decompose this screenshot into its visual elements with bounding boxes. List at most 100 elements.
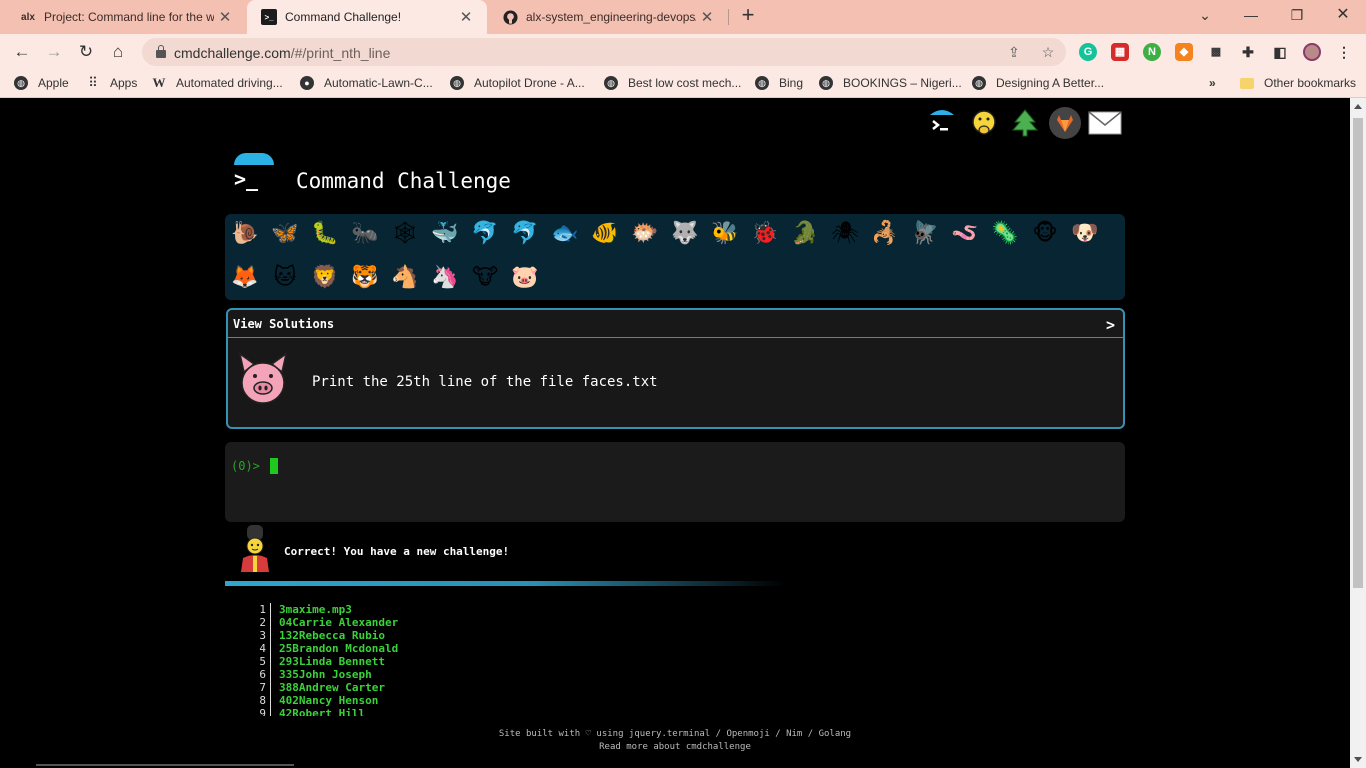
file-listing: 1 3maxime.mp3 2 04Carrie Alexander 3 132Rebec… (246, 603, 546, 716)
address-bar[interactable]: cmdchallenge.com/#/print_nth_line ⇪ ☆ (142, 38, 1066, 66)
tab-github[interactable]: alx-system_engineering-devops/ ✕ (488, 0, 728, 34)
apps-grid-icon: ⠿ (88, 75, 98, 90)
challenge-emoji-icon[interactable]: 🐛 (309, 218, 341, 250)
close-icon[interactable]: ✕ (455, 8, 477, 26)
scroll-down-icon[interactable] (1354, 757, 1362, 762)
challenge-emoji-icon[interactable]: 🐺 (669, 218, 701, 250)
challenge-emoji-icon[interactable]: 🐞 (749, 218, 781, 250)
close-icon[interactable]: ✕ (214, 8, 236, 26)
extension-red-icon[interactable]: ▦ (1111, 43, 1129, 61)
challenge-emoji-icon[interactable]: 🦁 (309, 262, 341, 294)
metamask-icon[interactable]: ◆ (1175, 43, 1193, 61)
page-title: Command Challenge (296, 169, 511, 193)
extensions-puzzle-icon[interactable]: ✚ (1239, 43, 1257, 61)
bookmark-designing[interactable]: ◍ Designing A Better... (972, 76, 1104, 90)
terminal-logo-icon[interactable] (925, 106, 959, 140)
view-solutions-label[interactable]: View Solutions (233, 317, 334, 331)
challenge-emoji-icon[interactable]: 🕸 (389, 218, 421, 250)
scrollbar-thumb[interactable] (1353, 118, 1363, 588)
home-button[interactable]: ⌂ (106, 40, 130, 64)
horizontal-scroll-indicator (36, 764, 294, 766)
globe-icon: ◍ (819, 76, 833, 90)
challenge-emoji-icon[interactable]: 🐬 (509, 218, 541, 250)
bookmark-star-icon[interactable]: ☆ (1038, 42, 1058, 62)
challenge-emoji-icon[interactable]: 🐱 (269, 262, 301, 294)
scrollbar[interactable] (1350, 98, 1366, 768)
back-button[interactable]: ← (10, 40, 34, 64)
challenge-emoji-icon[interactable]: 🦂 (869, 218, 901, 250)
profile-avatar[interactable] (1303, 43, 1321, 61)
menu-kebab-icon[interactable]: ⋮ (1335, 43, 1353, 61)
qr-code-icon[interactable]: ▩ (1207, 43, 1225, 61)
close-window-button[interactable]: ✕ (1320, 0, 1366, 30)
challenge-emoji-icon[interactable]: 🦄 (429, 262, 461, 294)
bookmark-automated-driving[interactable]: W Automated driving... (152, 76, 283, 91)
terminal-cursor[interactable] (270, 458, 278, 474)
new-tab-button[interactable]: + (736, 4, 760, 28)
bookmark-best-low-cost[interactable]: ◍ Best low cost mech... (604, 76, 741, 90)
bookmark-apple[interactable]: ◍ Apple (14, 76, 69, 90)
line-text: 04Carrie Alexander (279, 616, 399, 629)
bookmarks-overflow-button[interactable]: » (1209, 76, 1216, 90)
bookmark-automatic-lawn[interactable]: ● Automatic-Lawn-C... (300, 76, 433, 90)
scroll-up-icon[interactable] (1354, 104, 1362, 109)
challenge-emoji-icon[interactable]: 🐡 (629, 218, 661, 250)
challenge-emoji-icon[interactable]: 🐬 (469, 218, 501, 250)
challenge-emoji-icon[interactable]: 🐊 (789, 218, 821, 250)
footer-read-more-link[interactable]: Read more about cmdchallenge (0, 741, 1350, 754)
url-text[interactable]: cmdchallenge.com/#/print_nth_line (174, 45, 390, 61)
forward-button[interactable]: → (42, 40, 66, 64)
restore-button[interactable]: ❐ (1274, 0, 1320, 30)
line-text: 388Andrew Carter (279, 681, 385, 694)
challenge-emoji-icon[interactable]: 🪰 (909, 218, 941, 250)
tab-alx-project[interactable]: alx Project: Command line for the w ✕ (6, 0, 246, 34)
challenge-emoji-icon[interactable]: 🐵 (1029, 218, 1061, 250)
lock-icon[interactable] (156, 45, 166, 58)
challenge-emoji-icon[interactable]: 🐟 (549, 218, 581, 250)
bookmark-apps[interactable]: ⠿ Apps (86, 75, 137, 91)
tab-divider (728, 9, 729, 25)
chevron-right-icon[interactable]: > (1106, 316, 1115, 334)
challenge-emoji-icon[interactable]: 🐷 (509, 262, 541, 294)
tab-command-challenge[interactable]: >_ Command Challenge! ✕ (247, 0, 487, 34)
grammarly-icon[interactable]: G (1079, 43, 1097, 61)
challenge-emoji-icon[interactable]: 🦋 (269, 218, 301, 250)
github-icon: ● (300, 76, 314, 90)
challenge-emoji-icon[interactable]: 🐳 (429, 218, 461, 250)
reload-button[interactable]: ↻ (74, 40, 98, 64)
status-message: Correct! You have a new challenge! (284, 545, 510, 558)
challenge-emoji-icon[interactable]: 🐯 (349, 262, 381, 294)
share-icon[interactable]: ⇪ (1004, 42, 1024, 62)
challenge-emoji-icon[interactable]: 🕷 (829, 218, 861, 250)
globe-icon: ◍ (972, 76, 986, 90)
line-number: 4 (259, 642, 266, 655)
challenge-emoji-icon[interactable]: 🦠 (989, 218, 1021, 250)
bookmark-bookings[interactable]: ◍ BOOKINGS – Nigeri... (819, 76, 962, 90)
challenge-emoji-icon[interactable]: 🐠 (589, 218, 621, 250)
view-solutions-header[interactable]: View Solutions > (228, 310, 1123, 338)
tab-strip: alx Project: Command line for the w ✕ >_… (0, 0, 1366, 34)
thinking-face-icon[interactable] (967, 106, 1001, 140)
challenge-emoji-icon[interactable]: 🐜 (349, 218, 381, 250)
challenge-emoji-icon[interactable]: 🦊 (229, 262, 261, 294)
bookmark-bing[interactable]: ◍ Bing (755, 76, 803, 90)
challenge-emoji-icon[interactable]: 🐴 (389, 262, 421, 294)
tree-icon[interactable] (1008, 106, 1042, 140)
other-bookmarks[interactable]: Other bookmarks (1240, 76, 1356, 90)
gitlab-icon[interactable] (1048, 106, 1082, 140)
line-number: 1 (259, 603, 266, 616)
close-icon[interactable]: ✕ (696, 8, 718, 26)
line-number: 5 (259, 655, 266, 668)
envelope-icon[interactable] (1088, 106, 1122, 140)
challenge-emoji-icon[interactable]: 🐌 (229, 218, 261, 250)
challenge-emoji-icon[interactable]: 🐶 (1069, 218, 1101, 250)
terminal[interactable]: (0)> (225, 442, 1125, 522)
challenge-emoji-icon[interactable]: 🪱 (949, 218, 981, 250)
extension-green-icon[interactable]: N (1143, 43, 1161, 61)
challenge-emoji-icon[interactable]: 🐮 (469, 262, 501, 294)
minimize-button[interactable]: — (1228, 0, 1274, 30)
side-panel-icon[interactable]: ◧ (1271, 43, 1289, 61)
tab-search-icon[interactable]: ⌄ (1182, 0, 1228, 30)
challenge-emoji-icon[interactable]: 🐝 (709, 218, 741, 250)
bookmark-autopilot-drone[interactable]: ◍ Autopilot Drone - A... (450, 76, 585, 90)
